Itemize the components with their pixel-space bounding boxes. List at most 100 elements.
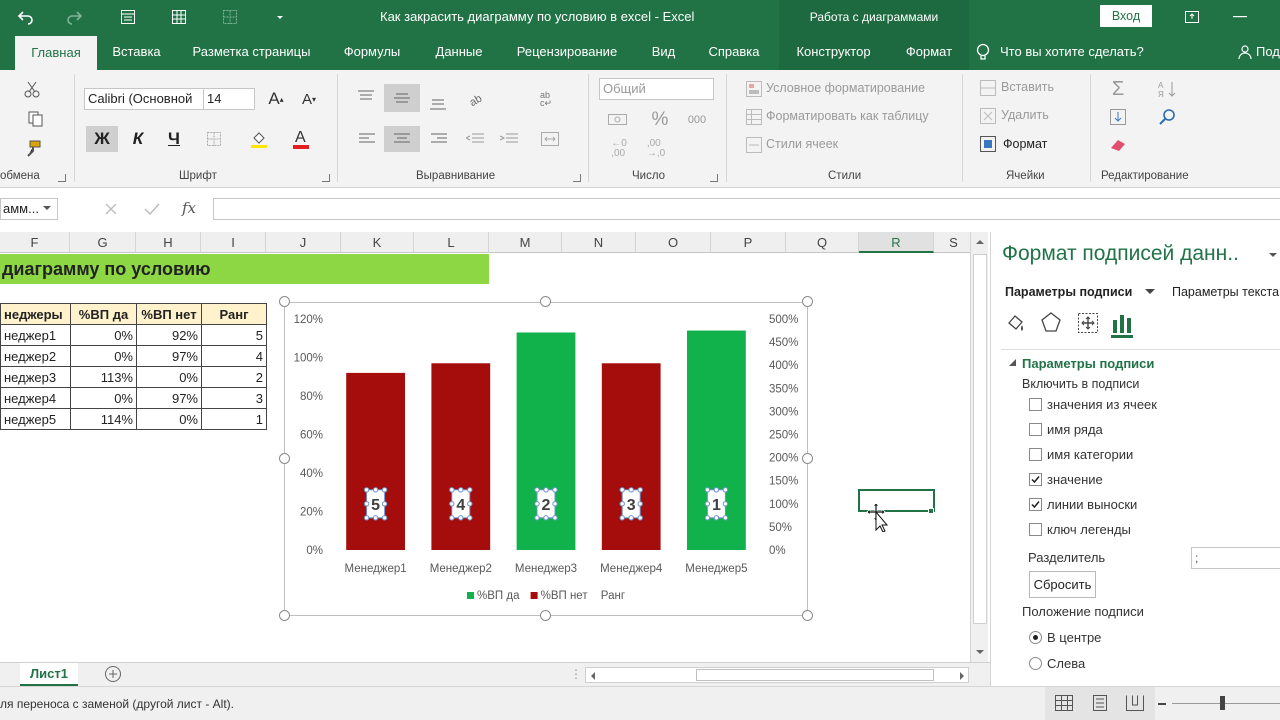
header-cell[interactable]: %ВП да xyxy=(70,303,137,325)
wrap-text-icon[interactable]: ab c↵ xyxy=(535,86,559,110)
add-sheet-icon[interactable] xyxy=(104,665,122,683)
position-left[interactable]: Слева xyxy=(1047,656,1085,671)
table-cell[interactable]: 92% xyxy=(136,324,202,346)
find-select-icon[interactable] xyxy=(1156,106,1180,128)
borders-icon[interactable] xyxy=(218,6,242,28)
option-series-name[interactable]: имя ряда xyxy=(1047,422,1103,437)
tab-page-layout[interactable]: Разметка страницы xyxy=(184,34,319,70)
orientation-icon[interactable]: ab xyxy=(462,86,494,110)
zoom-slider[interactable] xyxy=(1172,703,1280,704)
cond-format-button[interactable]: Условное форматирование xyxy=(766,81,925,95)
table-cell[interactable]: 97% xyxy=(136,345,202,367)
tab-review[interactable]: Рецензирование xyxy=(508,34,626,70)
resize-handle[interactable] xyxy=(802,453,813,464)
bold-button[interactable]: Ж xyxy=(86,126,118,152)
col-header[interactable]: Q xyxy=(786,232,859,253)
table-cell[interactable]: неджер3 xyxy=(0,366,71,388)
decrease-decimal-button[interactable]: ,00 →,0 xyxy=(642,136,670,162)
effects-icon[interactable] xyxy=(1040,311,1062,333)
underline-button[interactable]: Ч xyxy=(160,126,188,152)
checkbox-leader-lines[interactable] xyxy=(1029,498,1042,511)
share-icon[interactable] xyxy=(1238,45,1252,59)
font-name-combo[interactable]: Calibri (Основной xyxy=(84,88,204,110)
customize-qat-icon[interactable] xyxy=(268,6,292,28)
page-break-view-icon[interactable] xyxy=(1126,695,1144,711)
table-cell[interactable]: 0% xyxy=(70,345,137,367)
tab-view[interactable]: Вид xyxy=(641,34,686,70)
horizontal-scroll-thumb[interactable] xyxy=(696,669,934,681)
section-label-options[interactable]: Параметры подписи xyxy=(1022,356,1154,371)
horizontal-scrollbar[interactable] xyxy=(585,667,969,683)
zoom-slider-thumb[interactable] xyxy=(1220,696,1225,710)
italic-button[interactable]: К xyxy=(124,126,152,152)
col-header[interactable]: K xyxy=(341,232,414,253)
cell-styles-icon[interactable] xyxy=(744,136,764,154)
option-cell-values[interactable]: значения из ячеек xyxy=(1047,397,1157,412)
fill-handle[interactable] xyxy=(928,508,934,514)
table-cell[interactable]: неджер1 xyxy=(0,324,71,346)
fill-down-icon[interactable] xyxy=(1106,106,1130,128)
separator-select[interactable]: ; xyxy=(1191,547,1280,569)
cell-styles-button[interactable]: Стили ячеек xyxy=(766,137,838,151)
format-cells-button[interactable]: Формат xyxy=(1003,137,1047,151)
tab-label-options[interactable]: Параметры подписи xyxy=(1005,285,1132,299)
header-cell[interactable]: %ВП нет xyxy=(136,303,202,325)
vertical-scroll-thumb[interactable] xyxy=(973,254,987,624)
table-icon[interactable] xyxy=(167,6,191,28)
undo-icon[interactable] xyxy=(14,6,38,28)
align-left-icon[interactable] xyxy=(355,126,379,152)
align-center-icon[interactable] xyxy=(384,126,420,152)
col-header[interactable]: M xyxy=(489,232,562,253)
number-format-combo[interactable]: Общий xyxy=(599,78,714,100)
borders-icon[interactable] xyxy=(202,128,226,150)
thousands-button[interactable]: 000 xyxy=(682,108,712,132)
worksheet-grid[interactable]: F G H I J K L M N O P Q R S диаграмму по… xyxy=(0,232,970,662)
chart-area[interactable]: 0% 20% 40% 60% 80% 100% 120% 0% 50% 100% 150% 200% 2… xyxy=(284,302,808,616)
table-cell[interactable]: 0% xyxy=(136,366,202,388)
tab-data[interactable]: Данные xyxy=(425,34,493,70)
table-cell[interactable]: 113% xyxy=(70,366,137,388)
option-legend-key[interactable]: ключ легенды xyxy=(1047,522,1131,537)
fill-line-icon[interactable] xyxy=(1005,312,1027,334)
col-header[interactable]: L xyxy=(414,232,489,253)
table-cell[interactable]: 114% xyxy=(70,408,137,430)
format-painter-icon[interactable] xyxy=(20,138,44,160)
col-header[interactable]: S xyxy=(934,232,970,253)
vertical-scrollbar[interactable] xyxy=(970,232,988,662)
resize-handle[interactable] xyxy=(279,453,290,464)
increase-indent-icon[interactable] xyxy=(496,126,522,152)
col-header[interactable]: O xyxy=(636,232,711,253)
option-category-name[interactable]: имя категории xyxy=(1047,447,1133,462)
format-cells-icon[interactable] xyxy=(978,135,998,153)
tab-formulas[interactable]: Формулы xyxy=(334,34,410,70)
signin-button[interactable]: Вход xyxy=(1100,5,1152,27)
table-cell[interactable]: неджер2 xyxy=(0,345,71,367)
zoom-out-icon[interactable] xyxy=(1158,703,1166,705)
font-color-icon[interactable]: A xyxy=(288,126,314,152)
table-cell[interactable]: 5 xyxy=(201,324,267,346)
insert-cells-icon[interactable] xyxy=(978,79,998,97)
form-icon[interactable] xyxy=(116,6,140,28)
scroll-right-icon[interactable] xyxy=(958,671,966,681)
delete-cells-icon[interactable] xyxy=(978,107,998,125)
resize-handle[interactable] xyxy=(279,296,290,307)
formula-input[interactable] xyxy=(213,198,1280,220)
tab-split-handle[interactable]: ⋮ xyxy=(570,667,582,681)
checkbox-category-name[interactable] xyxy=(1029,448,1042,461)
col-header[interactable]: N xyxy=(562,232,636,253)
scroll-left-icon[interactable] xyxy=(589,671,597,681)
table-cell[interactable]: 0% xyxy=(136,408,202,430)
header-cell[interactable]: Ранг xyxy=(201,303,267,325)
radio-left[interactable] xyxy=(1029,657,1042,670)
table-cell[interactable]: 3 xyxy=(201,387,267,409)
tab-format[interactable]: Формат xyxy=(896,34,962,70)
position-center[interactable]: В центре xyxy=(1047,630,1101,645)
label-options-dropdown-icon[interactable] xyxy=(1145,288,1155,295)
header-cell[interactable]: неджеры xyxy=(0,303,71,325)
increase-decimal-button[interactable]: ←0 ,00 xyxy=(605,136,633,162)
align-right-icon[interactable] xyxy=(427,126,451,152)
fill-color-icon[interactable] xyxy=(246,126,272,152)
delete-cells-button[interactable]: Удалить xyxy=(1001,108,1049,122)
option-value[interactable]: значение xyxy=(1047,472,1103,487)
resize-handle[interactable] xyxy=(802,610,813,621)
